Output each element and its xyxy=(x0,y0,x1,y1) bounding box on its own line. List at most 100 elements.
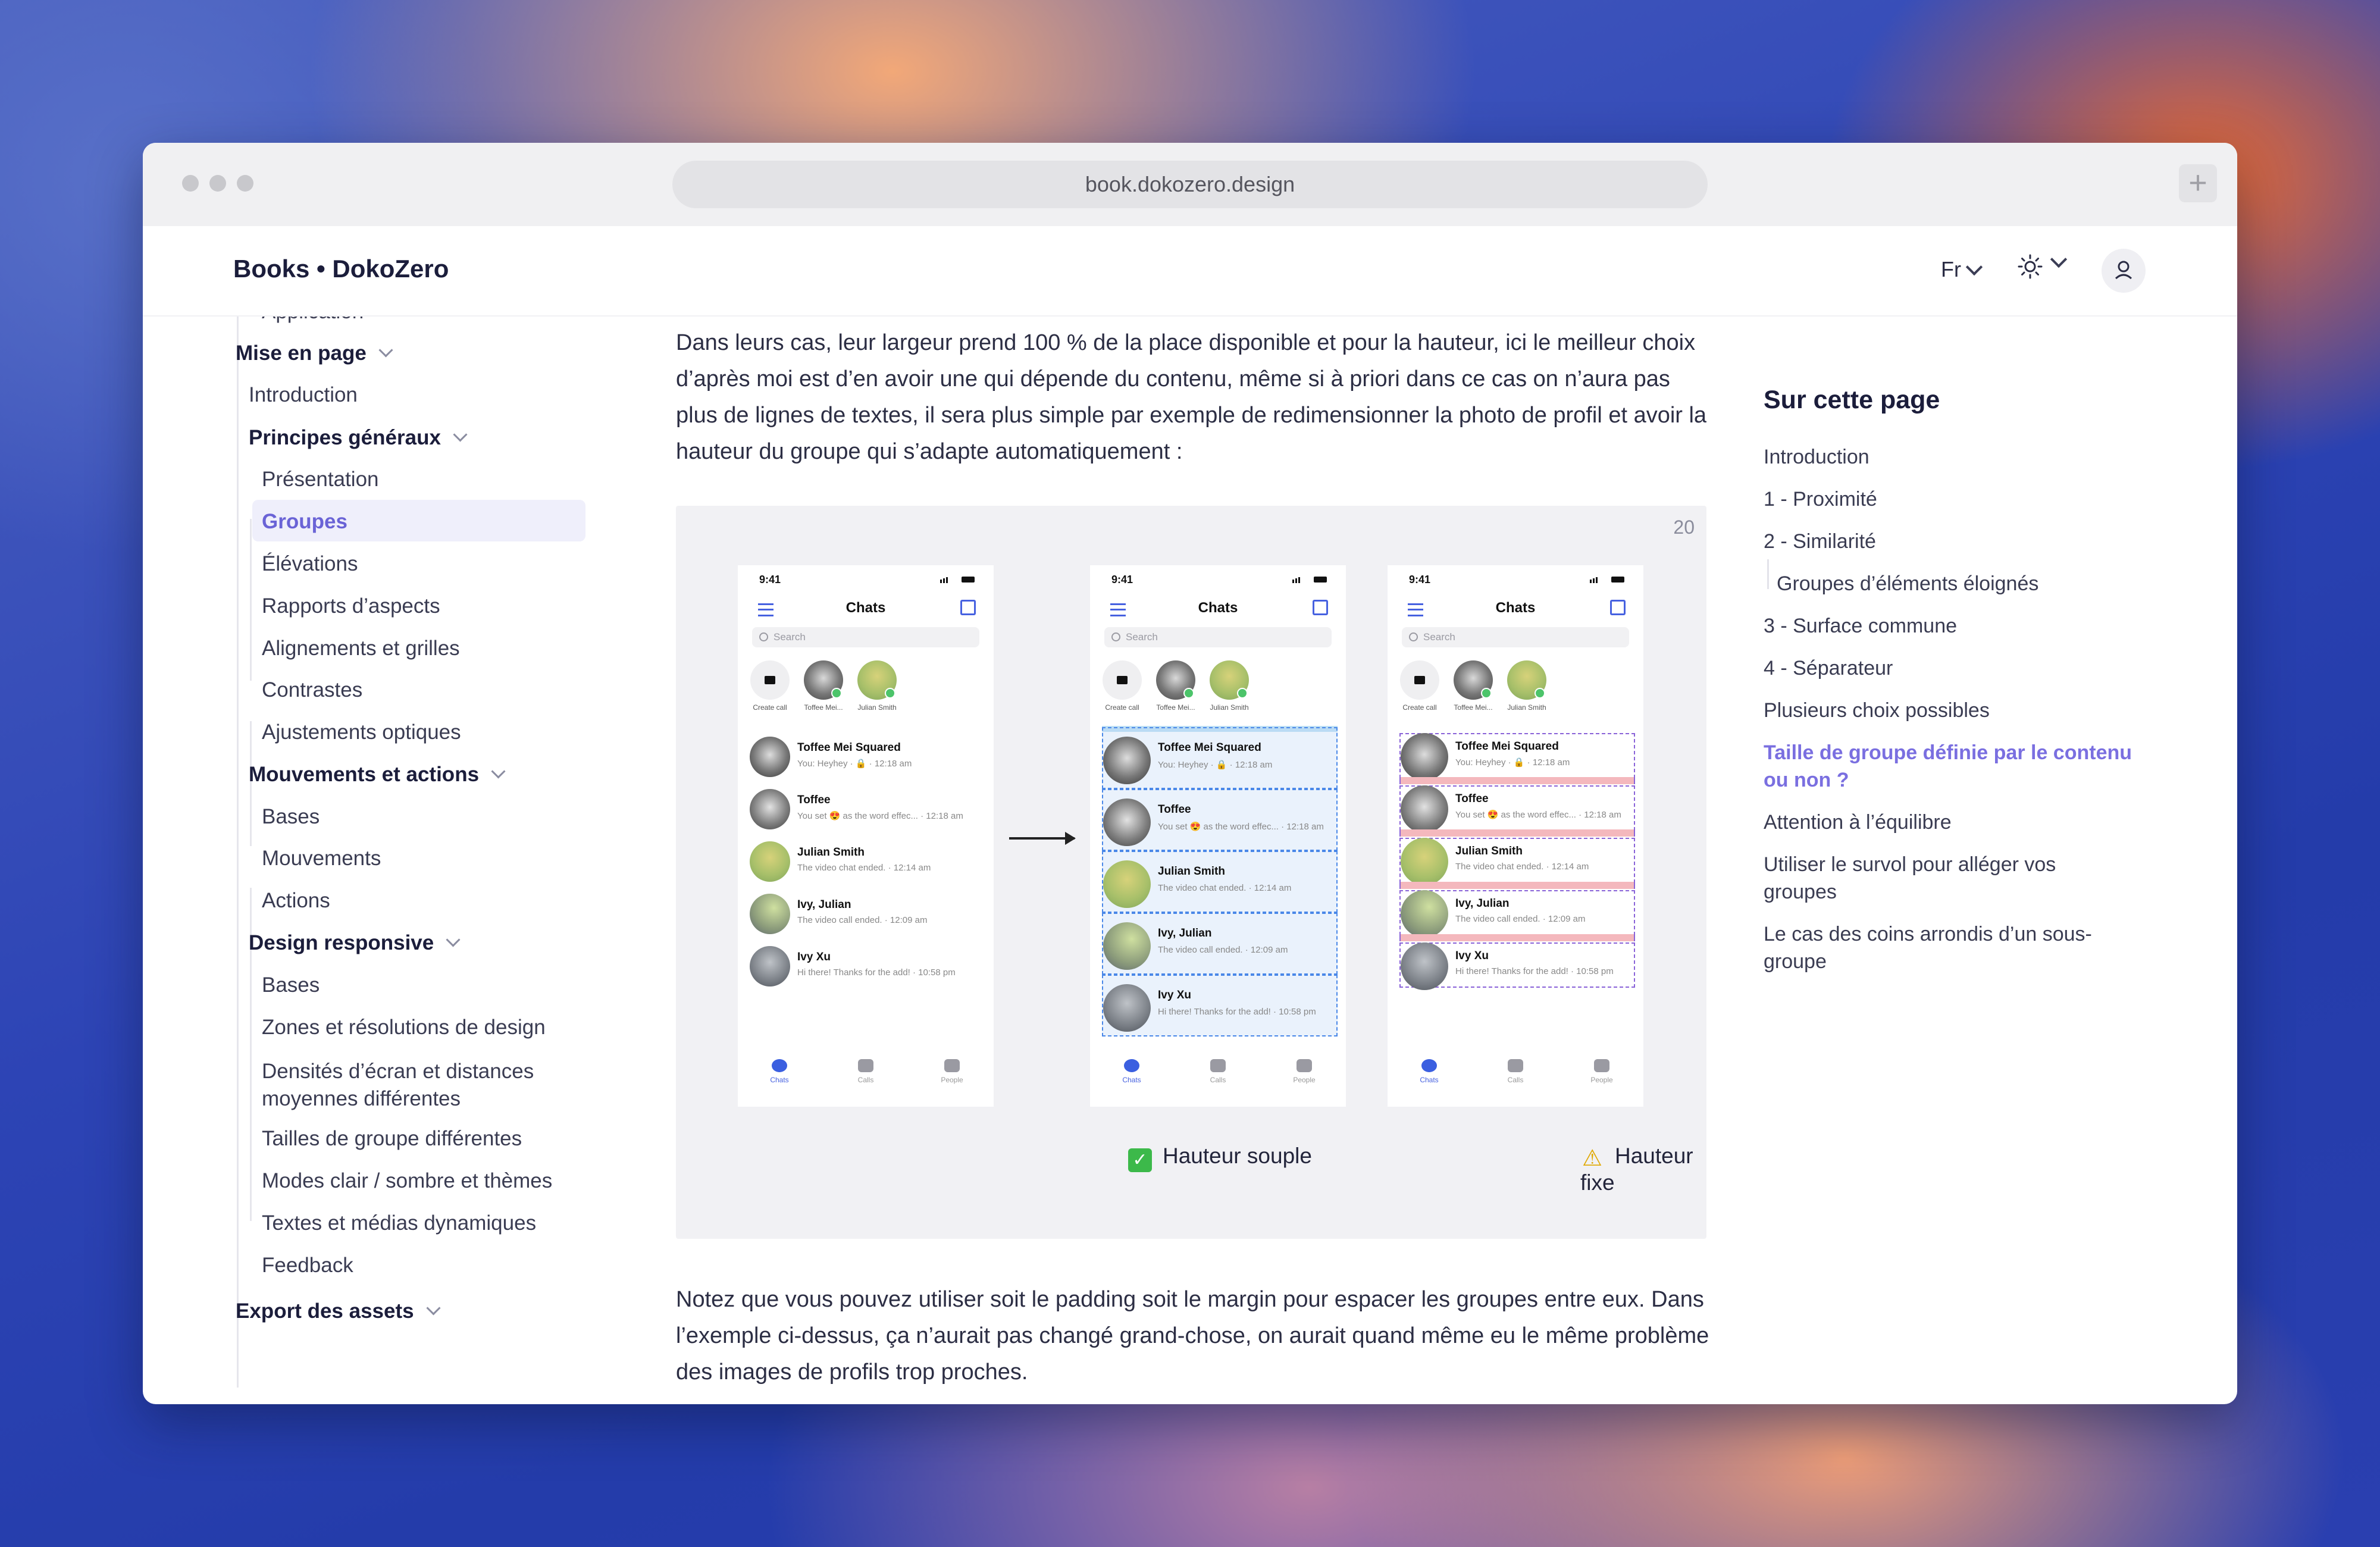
avatar xyxy=(750,894,790,934)
chat-row: Ivy, Julian The video call ended. · 12:09… xyxy=(1102,913,1338,975)
section-label: Design responsive xyxy=(249,931,434,954)
avatar xyxy=(857,660,897,700)
chevron-down-icon xyxy=(453,427,468,442)
chat-name: Ivy, Julian xyxy=(1158,927,1212,940)
video-camera-icon xyxy=(750,660,790,700)
story-create-call: Create call xyxy=(750,660,790,712)
toc-item-coins-arrondis[interactable]: Le cas des coins arrondis d’un sous-grou… xyxy=(1764,920,2132,975)
section-label: Mise en page xyxy=(236,342,367,365)
chat-preview: You: Heyhey · 🔒 · 12:18 am xyxy=(797,759,912,769)
avatar xyxy=(750,789,790,829)
sidebar-section-mise-en-page[interactable]: Mise en page xyxy=(236,342,393,365)
chevron-down-icon xyxy=(378,343,393,358)
toc-item-similarite[interactable]: 2 - Similarité xyxy=(1764,528,1876,555)
sidebar-item-presentation[interactable]: Présentation xyxy=(262,468,379,491)
sidebar-item-modes[interactable]: Modes clair / sombre et thèmes xyxy=(262,1169,552,1193)
avatar xyxy=(1454,660,1493,700)
theme-selector[interactable] xyxy=(2017,251,2068,283)
chat-row: Ivy Xu Hi there! Thanks for the add! · 10… xyxy=(1399,942,1635,990)
checkmark-icon: ✓ xyxy=(1128,1148,1152,1172)
sidebar-item-bases[interactable]: Bases xyxy=(262,973,320,997)
tab-people: People xyxy=(928,1059,976,1084)
sidebar-item-zones[interactable]: Zones et résolutions de design xyxy=(262,1016,546,1039)
tab-chats: Chats xyxy=(1108,1059,1155,1084)
sidebar-item-mouvements[interactable]: Mouvements xyxy=(262,847,381,870)
sidebar-item-alignements[interactable]: Alignements et grilles xyxy=(262,637,460,660)
online-dot xyxy=(1237,688,1248,699)
browser-window: book.dokozero.design + Books • DokoZero … xyxy=(143,143,2237,1404)
sidebar-section-responsive[interactable]: Design responsive xyxy=(249,931,461,955)
online-dot xyxy=(1183,688,1194,699)
sidebar-item-textes[interactable]: Textes et médias dynamiques xyxy=(262,1211,536,1235)
caption-label: Hauteur souple xyxy=(1163,1144,1312,1168)
chat-preview: You: Heyhey · 🔒 · 12:18 am xyxy=(1158,760,1273,770)
avatar xyxy=(1103,922,1151,970)
toc-item-survol[interactable]: Utiliser le survol pour alléger vos grou… xyxy=(1764,851,2132,906)
chat-row: Ivy Xu Hi there! Thanks for the add! · 10… xyxy=(750,942,985,991)
close-window-button[interactable] xyxy=(182,175,199,192)
sidebar-section-mouvements[interactable]: Mouvements et actions xyxy=(249,763,506,787)
toc-item-plusieurs-choix[interactable]: Plusieurs choix possibles xyxy=(1764,697,1990,724)
story-create-call: Create call xyxy=(1399,660,1440,712)
tab-label: Calls xyxy=(1507,1076,1524,1084)
toc-item-separateur[interactable]: 4 - Séparateur xyxy=(1764,654,1893,682)
chevron-down-icon xyxy=(446,932,461,947)
body-paragraph: Notez que vous pouvez utiliser soit le p… xyxy=(676,1287,1709,1385)
section-label: Mouvements et actions xyxy=(249,763,480,786)
new-tab-button[interactable]: + xyxy=(2179,164,2217,202)
phone-title: Chats xyxy=(845,600,886,616)
sidebar-section-principes[interactable]: Principes généraux xyxy=(249,426,468,450)
sidebar-item-groupes[interactable]: Groupes xyxy=(262,510,347,534)
chat-bubble-icon xyxy=(772,1059,787,1072)
avatar xyxy=(1401,942,1448,990)
chat-row: Toffee You set 😍 as the word effec... · 1… xyxy=(750,785,985,834)
sidebar-item-elevations[interactable]: Élévations xyxy=(262,552,358,576)
toc-item-proximite[interactable]: 1 - Proximité xyxy=(1764,486,1877,513)
phone-tab-bar: Chats Calls People xyxy=(1090,1059,1346,1095)
compose-icon xyxy=(1610,600,1626,615)
phone-title: Chats xyxy=(1495,600,1536,616)
sidebar-item-actions[interactable]: Actions xyxy=(262,889,330,913)
toc-item-equilibre[interactable]: Attention à l’équilibre xyxy=(1764,809,1952,836)
chat-row: Toffee Mei Squared You: Heyhey · 🔒 · 12:1… xyxy=(1399,733,1635,781)
phone-search: Search xyxy=(1402,627,1629,647)
sidebar-item-rapports[interactable]: Rapports d’aspects xyxy=(262,594,440,618)
site-brand[interactable]: Books • DokoZero xyxy=(233,255,449,283)
sidebar-item-tailles[interactable]: Tailles de groupe différentes xyxy=(262,1127,522,1151)
toc-item-introduction[interactable]: Introduction xyxy=(1764,443,1869,471)
padding-marker xyxy=(1399,777,1635,784)
sidebar-item-feedback[interactable]: Feedback xyxy=(262,1254,353,1277)
sidebar-item-contrastes[interactable]: Contrastes xyxy=(262,678,362,702)
figure-groupes: 20 9:41 Chats Search Create call Toffee … xyxy=(676,506,1706,1239)
story-julian: Julian Smith xyxy=(857,660,897,712)
chat-name: Ivy Xu xyxy=(1455,950,1489,962)
chat-preview: The video chat ended. · 12:14 am xyxy=(1455,862,1589,872)
chat-row: Toffee Mei Squared You: Heyhey · 🔒 · 12:1… xyxy=(1102,727,1338,789)
chat-preview: The video call ended. · 12:09 am xyxy=(1158,945,1288,955)
toc-item-taille-groupe[interactable]: Taille de groupe définie par le contenu … xyxy=(1764,739,2144,794)
chat-row: Toffee You set 😍 as the word effec... · 1… xyxy=(1102,789,1338,851)
account-button[interactable] xyxy=(2102,249,2146,293)
sidebar-item-introduction[interactable]: Introduction xyxy=(249,383,358,407)
sidebar-item-densites[interactable]: Densités d’écran et distances moyennes d… xyxy=(262,1058,571,1113)
sidebar-item-bases[interactable]: Bases xyxy=(262,805,320,829)
padding-marker xyxy=(1399,882,1635,889)
language-label: Fr xyxy=(1941,257,1961,281)
toc-item-groupes-eloignes[interactable]: Groupes d’éléments éloignés xyxy=(1777,570,2038,597)
chat-name: Ivy Xu xyxy=(797,951,831,963)
sidebar-item-application[interactable]: Application xyxy=(262,317,364,324)
people-icon xyxy=(944,1059,960,1072)
minimize-window-button[interactable] xyxy=(209,175,226,192)
tab-chats: Chats xyxy=(1405,1059,1453,1084)
maximize-window-button[interactable] xyxy=(237,175,253,192)
sidebar-item-ajustements[interactable]: Ajustements optiques xyxy=(262,721,461,744)
toc-item-surface-commune[interactable]: 3 - Surface commune xyxy=(1764,612,1957,640)
address-bar[interactable]: book.dokozero.design xyxy=(672,161,1708,208)
chat-name: Ivy Xu xyxy=(1158,989,1191,1001)
sidebar-section-export[interactable]: Export des assets xyxy=(236,1299,441,1323)
chat-preview: You: Heyhey · 🔒 · 12:18 am xyxy=(1455,757,1570,768)
phone-tab-bar: Chats Calls People xyxy=(738,1059,994,1095)
language-selector[interactable]: Fr xyxy=(1941,257,1983,282)
story-label: Create call xyxy=(1402,703,1437,712)
avatar xyxy=(1103,737,1151,784)
